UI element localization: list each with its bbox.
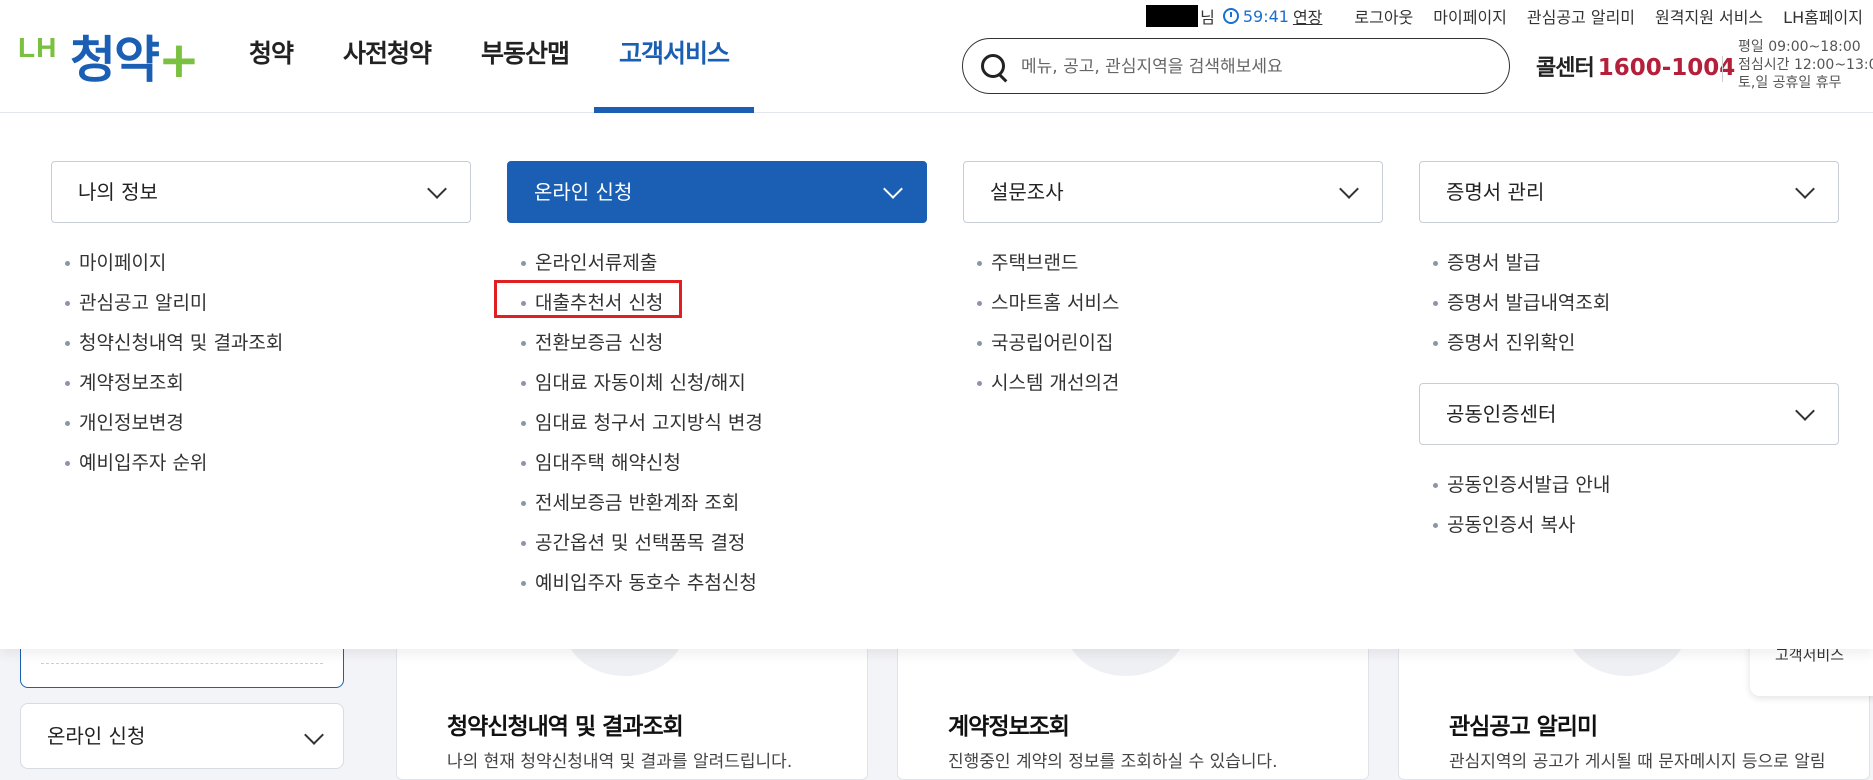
menu-group-certificate: 증명서 관리 증명서 발급 증명서 발급내역조회 증명서 진위확인 공동인증센터… bbox=[1419, 161, 1839, 545]
menu-item-online-document-submit[interactable]: 온라인서류제출 bbox=[507, 243, 927, 283]
callcenter: 콜센터 1600-1004 bbox=[1536, 50, 1735, 82]
callcenter-number: 1600-1004 bbox=[1597, 55, 1736, 81]
card-desc: 나의 현재 청약신청내역 및 결과를 알려드립니다. bbox=[447, 752, 793, 772]
chevron-down-icon bbox=[883, 179, 903, 199]
redacted-username bbox=[1146, 5, 1199, 27]
menu-item-mypage[interactable]: 마이페이지 bbox=[51, 243, 471, 283]
card-desc: 관심지역의 공고가 게시될 때 문자메시지 등으로 알림 bbox=[1449, 752, 1826, 772]
group-title: 설문조사 bbox=[990, 180, 1064, 204]
group-title: 증명서 관리 bbox=[1446, 180, 1545, 204]
menu-group-survey: 설문조사 주택브랜드 스마트홈 서비스 국공립어린이집 시스템 개선의견 bbox=[963, 161, 1383, 403]
session-timer-value: 59:41 bbox=[1242, 6, 1289, 26]
logo-name: 청약 bbox=[70, 31, 160, 89]
callcenter-hours: 평일 09:00~18:00 점심시간 12:00~13:00 토,일 공휴일 … bbox=[1738, 38, 1873, 92]
chevron-down-icon bbox=[1339, 179, 1359, 199]
menu-list: 주택브랜드 스마트홈 서비스 국공립어린이집 시스템 개선의견 bbox=[963, 243, 1383, 403]
menu-item-public-daycare[interactable]: 국공립어린이집 bbox=[963, 323, 1383, 363]
nav-item-subscription[interactable]: 청약 bbox=[224, 0, 318, 112]
menu-item-joint-cert-copy[interactable]: 공동인증서 복사 bbox=[1419, 505, 1839, 545]
menu-group-online-application: 온라인 신청 온라인서류제출 대출추천서 신청 전환보증금 신청 임대료 자동이… bbox=[507, 161, 927, 603]
hours-lunch: 점심시간 12:00~13:00 bbox=[1738, 57, 1873, 73]
menu-list: 마이페이지 관심공고 알리미 청약신청내역 및 결과조회 계약정보조회 개인정보… bbox=[51, 243, 471, 483]
customer-service-mega-menu: 나의 정보 마이페이지 관심공고 알리미 청약신청내역 및 결과조회 계약정보조… bbox=[0, 113, 1873, 649]
logo-lh-text: LH bbox=[18, 32, 58, 63]
left-menu-online-application[interactable]: 온라인 신청 bbox=[20, 703, 344, 769]
group-title: 나의 정보 bbox=[78, 180, 158, 204]
menu-item-housing-brand[interactable]: 주택브랜드 bbox=[963, 243, 1383, 283]
menu-item-rental-termination[interactable]: 임대주택 해약신청 bbox=[507, 443, 927, 483]
group-header-online-application[interactable]: 온라인 신청 bbox=[507, 161, 927, 223]
clock-icon bbox=[1222, 8, 1239, 24]
divider bbox=[1722, 56, 1723, 82]
logo-main-text: 청약+ bbox=[70, 20, 200, 92]
menu-list: 증명서 발급 증명서 발급내역조회 증명서 진위확인 bbox=[1419, 243, 1839, 363]
menu-item-joint-cert-guide[interactable]: 공동인증서발급 안내 bbox=[1419, 465, 1839, 505]
menu-item-notice-alert[interactable]: 관심공고 알리미 bbox=[51, 283, 471, 323]
menu-list: 공동인증서발급 안내 공동인증서 복사 bbox=[1419, 465, 1839, 545]
group-header-my-info[interactable]: 나의 정보 bbox=[51, 161, 471, 223]
group-title: 온라인 신청 bbox=[534, 180, 633, 204]
group-header-survey[interactable]: 설문조사 bbox=[963, 161, 1383, 223]
menu-list: 온라인서류제출 대출추천서 신청 전환보증금 신청 임대료 자동이체 신청/해지… bbox=[507, 243, 927, 603]
utility-bar: 님 59:41 연장 로그아웃 마이페이지 관심공고 알리미 원격지원 서비스 … bbox=[1146, 4, 1863, 28]
chevron-down-icon bbox=[427, 179, 447, 199]
search-box bbox=[962, 38, 1510, 95]
remote-support-link[interactable]: 원격지원 서비스 bbox=[1655, 4, 1763, 28]
chevron-down-icon bbox=[1795, 179, 1815, 199]
menu-item-contract-info[interactable]: 계약정보조회 bbox=[51, 363, 471, 403]
chevron-down-icon bbox=[304, 725, 324, 745]
menu-item-loan-recommendation[interactable]: 대출추천서 신청 bbox=[507, 283, 927, 323]
menu-item-deposit-conversion[interactable]: 전환보증금 신청 bbox=[507, 323, 927, 363]
menu-item-waitlist-rank[interactable]: 예비입주자 순위 bbox=[51, 443, 471, 483]
chevron-down-icon bbox=[1795, 401, 1815, 421]
menu-item-subscription-history[interactable]: 청약신청내역 및 결과조회 bbox=[51, 323, 471, 363]
nav-item-pre-subscription[interactable]: 사전청약 bbox=[318, 0, 456, 112]
search-icon[interactable] bbox=[981, 54, 1005, 78]
card-desc: 진행중인 계약의 정보를 조회하실 수 있습니다. bbox=[948, 752, 1278, 772]
menu-item-certificate-issue[interactable]: 증명서 발급 bbox=[1419, 243, 1839, 283]
menu-item-rent-bill-method[interactable]: 임대료 청구서 고지방식 변경 bbox=[507, 403, 927, 443]
nav-item-customer-service[interactable]: 고객서비스 bbox=[594, 0, 755, 113]
notice-alert-link[interactable]: 관심공고 알리미 bbox=[1527, 4, 1635, 28]
menu-item-certificate-verify[interactable]: 증명서 진위확인 bbox=[1419, 323, 1839, 363]
menu-item-system-feedback[interactable]: 시스템 개선의견 bbox=[963, 363, 1383, 403]
card-title: 청약신청내역 및 결과조회 bbox=[447, 714, 684, 740]
card-title: 관심공고 알리미 bbox=[1449, 714, 1598, 740]
search-input[interactable] bbox=[1019, 39, 1493, 95]
menu-item-space-options[interactable]: 공간옵션 및 선택품목 결정 bbox=[507, 523, 927, 563]
mypage-link[interactable]: 마이페이지 bbox=[1433, 4, 1507, 28]
menu-item-rent-autopay[interactable]: 임대료 자동이체 신청/해지 bbox=[507, 363, 927, 403]
nav-item-real-estate-map[interactable]: 부동산맵 bbox=[456, 0, 594, 112]
session-timer: 59:41 bbox=[1222, 6, 1289, 26]
menu-item-deposit-refund-account[interactable]: 전세보증금 반환계좌 조회 bbox=[507, 483, 927, 523]
logo-plus: + bbox=[158, 31, 200, 89]
group-title: 공동인증센터 bbox=[1446, 402, 1557, 426]
menu-group-my-info: 나의 정보 마이페이지 관심공고 알리미 청약신청내역 및 결과조회 계약정보조… bbox=[51, 161, 471, 483]
hours-weekday: 평일 09:00~18:00 bbox=[1738, 39, 1861, 55]
callcenter-label: 콜센터 bbox=[1536, 56, 1595, 81]
menu-item-certificate-history[interactable]: 증명서 발급내역조회 bbox=[1419, 283, 1839, 323]
menu-item-smart-home[interactable]: 스마트홈 서비스 bbox=[963, 283, 1383, 323]
extend-session-link[interactable]: 연장 bbox=[1293, 4, 1322, 28]
card-title: 계약정보조회 bbox=[948, 714, 1070, 740]
site-header: LH 청약+ 청약 사전청약 부동산맵 고객서비스 님 59:41 연장 로그아… bbox=[0, 0, 1873, 113]
lh-homepage-link[interactable]: LH홈페이지 bbox=[1783, 4, 1863, 28]
main-nav: 청약 사전청약 부동산맵 고객서비스 bbox=[224, 0, 755, 113]
menu-item-personal-info-change[interactable]: 개인정보변경 bbox=[51, 403, 471, 443]
hours-holiday: 토,일 공휴일 휴무 bbox=[1738, 75, 1842, 91]
group-header-joint-cert-center[interactable]: 공동인증센터 bbox=[1419, 383, 1839, 445]
logout-link[interactable]: 로그아웃 bbox=[1354, 4, 1413, 28]
group-header-certificate[interactable]: 증명서 관리 bbox=[1419, 161, 1839, 223]
divider bbox=[41, 663, 323, 664]
menu-item-waitlist-unit-draw[interactable]: 예비입주자 동호수 추첨신청 bbox=[507, 563, 927, 603]
left-menu-label: 온라인 신청 bbox=[47, 724, 146, 748]
user-suffix: 님 bbox=[1200, 8, 1215, 27]
